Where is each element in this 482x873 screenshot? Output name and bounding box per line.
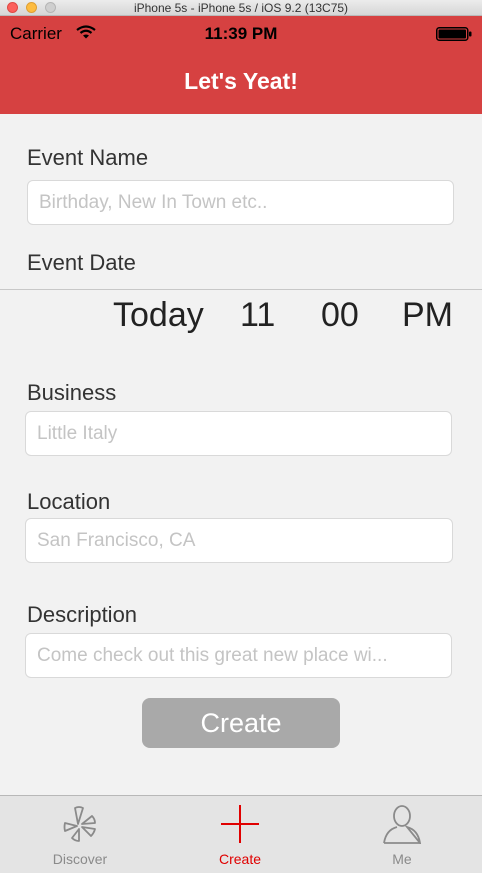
event-date-label: Event Date <box>27 250 136 275</box>
battery-icon <box>436 27 472 41</box>
event-name-input[interactable] <box>27 180 454 225</box>
create-button[interactable]: Create <box>142 698 340 748</box>
description-label: Description <box>27 602 138 627</box>
status-bar: Carrier 11:39 PM <box>0 16 482 52</box>
yelp-burst-icon <box>63 806 96 842</box>
tab-create-label: Create <box>218 851 262 867</box>
page-title: Let's Yeat! <box>184 68 298 94</box>
tab-discover[interactable]: Discover <box>0 796 160 873</box>
picker-divider <box>0 289 482 290</box>
tab-me-label: Me <box>392 851 412 867</box>
event-name-label: Event Name <box>27 145 149 170</box>
simulator-title: iPhone 5s - iPhone 5s / iOS 9.2 (13C75) <box>133 1 349 15</box>
plus-icon <box>221 805 259 843</box>
location-label: Location <box>27 489 111 514</box>
navigation-bar: Carrier 11:39 PM Let's Yeat! <box>0 16 482 114</box>
description-input[interactable] <box>25 633 452 678</box>
business-label: Business <box>27 380 117 405</box>
business-input[interactable] <box>25 411 452 456</box>
tab-me[interactable]: Me <box>322 796 482 873</box>
person-icon <box>383 805 422 844</box>
picker-hour[interactable]: 11 <box>240 296 275 335</box>
event-date-picker[interactable]: Today 11 00 PM <box>0 292 482 348</box>
picker-minute[interactable]: 00 <box>321 296 359 335</box>
tab-bar: Discover Create Me <box>0 795 482 873</box>
tab-discover-label: Discover <box>52 851 108 867</box>
phone-screen: Carrier 11:39 PM Let's Yeat! Event Name … <box>0 16 482 873</box>
picker-ampm[interactable]: PM <box>402 296 453 335</box>
simulator-title-bar: iPhone 5s - iPhone 5s / iOS 9.2 (13C75) <box>0 0 482 16</box>
location-input[interactable] <box>25 518 453 563</box>
tab-create[interactable]: Create <box>160 796 320 873</box>
status-time: 11:39 PM <box>204 24 278 43</box>
picker-day[interactable]: Today <box>113 296 204 335</box>
